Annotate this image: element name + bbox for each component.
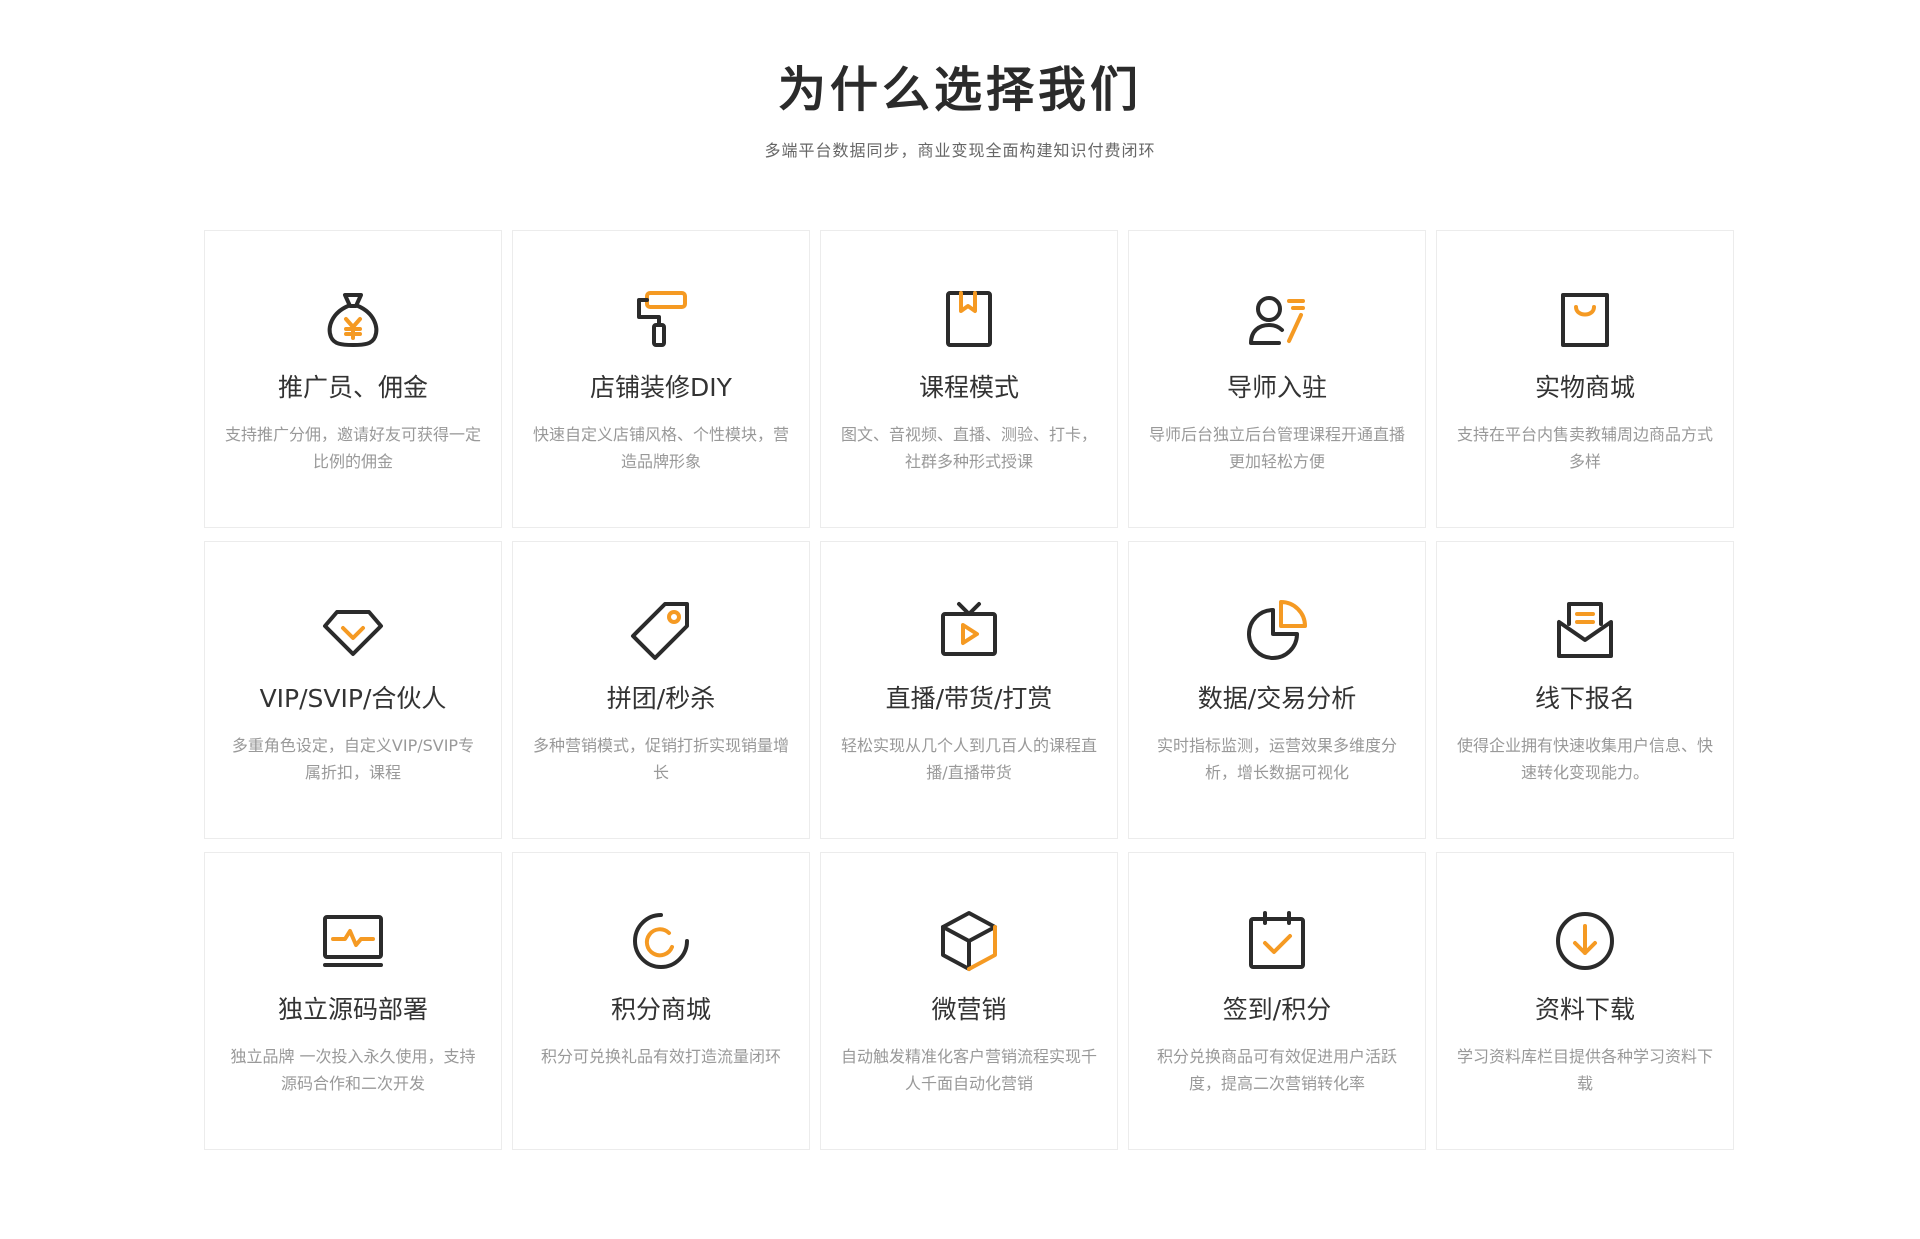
points-circle-icon [629, 909, 693, 973]
feature-desc: 独立品牌 一次投入永久使用，支持源码合作和二次开发 [230, 1047, 476, 1093]
feature-title: 独立源码部署 [277, 995, 428, 1024]
feature-title: 签到/积分 [1222, 995, 1332, 1024]
feature-desc: 自动触发精准化客户营销流程实现千人千面自动化营销 [840, 1047, 1097, 1093]
feature-desc: 多种营销模式，促销打折实现销量增长 [532, 736, 789, 782]
feature-title: 积分商城 [610, 995, 711, 1024]
feature-desc: 使得企业拥有快速收集用户信息、快速转化变现能力。 [1456, 736, 1713, 782]
feature-desc: 支持推广分佣，邀请好友可获得一定比例的佣金 [224, 425, 481, 471]
feature-desc: 导师后台独立后台管理课程开通直播更加轻松方便 [1148, 425, 1405, 471]
diamond-icon [321, 598, 385, 662]
feature-title: 拼团/秒杀 [606, 684, 716, 713]
feature-title: 导师入驻 [1226, 373, 1327, 402]
feature-card-course-mode[interactable]: 课程模式 图文、音视频、直播、测验、打卡，社群多种形式授课 [820, 230, 1118, 528]
feature-title: 实物商城 [1534, 373, 1635, 402]
calendar-check-icon [1245, 909, 1309, 973]
feature-desc: 实时指标监测，运营效果多维度分析，增长数据可视化 [1156, 736, 1397, 782]
feature-title: 资料下载 [1534, 995, 1635, 1024]
feature-card-points-mall[interactable]: 积分商城 积分可兑换礼品有效打造流量闭环 [512, 852, 810, 1150]
pie-chart-icon [1245, 598, 1309, 662]
money-bag-icon [321, 287, 385, 351]
feature-title: VIP/SVIP/合伙人 [259, 684, 447, 713]
section-subtitle: 多端平台数据同步，商业变现全面构建知识付费闭环 [764, 141, 1156, 160]
feature-title: 直播/带货/打赏 [885, 684, 1053, 713]
shopping-bag-icon [1553, 287, 1617, 351]
feature-title: 数据/交易分析 [1197, 684, 1357, 713]
feature-card-promoter[interactable]: 推广员、佣金 支持推广分佣，邀请好友可获得一定比例的佣金 [204, 230, 502, 528]
mail-envelope-icon [1553, 598, 1617, 662]
feature-card-group-flash[interactable]: 拼团/秒杀 多种营销模式，促销打折实现销量增长 [512, 541, 810, 839]
monitor-pulse-icon [321, 909, 385, 973]
paint-roller-icon [629, 287, 693, 351]
feature-desc: 快速自定义店铺风格、个性模块，营造品牌形象 [532, 425, 789, 471]
feature-desc: 多重角色设定，自定义VIP/SVIP专属折扣，课程 [231, 736, 475, 782]
feature-title: 课程模式 [918, 373, 1019, 402]
live-tv-icon [937, 598, 1001, 662]
feature-card-live[interactable]: 直播/带货/打赏 轻松实现从几个人到几百人的课程直播/直播带货 [820, 541, 1118, 839]
feature-card-data-analysis[interactable]: 数据/交易分析 实时指标监测，运营效果多维度分析，增长数据可视化 [1128, 541, 1426, 839]
bookmark-book-icon [937, 287, 1001, 351]
feature-desc: 图文、音视频、直播、测验、打卡，社群多种形式授课 [840, 425, 1097, 471]
price-tag-icon [629, 598, 693, 662]
feature-title: 推广员、佣金 [277, 373, 428, 402]
feature-card-checkin-points[interactable]: 签到/积分 积分兑换商品可有效促进用户活跃度，提高二次营销转化率 [1128, 852, 1426, 1150]
feature-title: 线下报名 [1534, 684, 1635, 713]
feature-card-offline-signup[interactable]: 线下报名 使得企业拥有快速收集用户信息、快速转化变现能力。 [1436, 541, 1734, 839]
feature-card-micro-marketing[interactable]: 微营销 自动触发精准化客户营销流程实现千人千面自动化营销 [820, 852, 1118, 1150]
feature-card-mentor[interactable]: 导师入驻 导师后台独立后台管理课程开通直播更加轻松方便 [1128, 230, 1426, 528]
mentor-user-icon [1245, 287, 1309, 351]
feature-desc: 学习资料库栏目提供各种学习资料下载 [1456, 1047, 1713, 1093]
feature-desc: 支持在平台内售卖教辅周边商品方式多样 [1456, 425, 1713, 471]
feature-card-vip[interactable]: VIP/SVIP/合伙人 多重角色设定，自定义VIP/SVIP专属折扣，课程 [204, 541, 502, 839]
section-title: 为什么选择我们 [777, 62, 1142, 118]
download-circle-icon [1553, 909, 1617, 973]
feature-card-physical-mall[interactable]: 实物商城 支持在平台内售卖教辅周边商品方式多样 [1436, 230, 1734, 528]
feature-title: 微营销 [931, 995, 1007, 1024]
feature-desc: 积分兑换商品可有效促进用户活跃度，提高二次营销转化率 [1156, 1047, 1397, 1093]
feature-grid: 推广员、佣金 支持推广分佣，邀请好友可获得一定比例的佣金 店铺装修DIY 快速自… [204, 230, 1734, 1150]
section-header: 为什么选择我们 多端平台数据同步，商业变现全面构建知识付费闭环 [0, 60, 1920, 162]
feature-card-store-diy[interactable]: 店铺装修DIY 快速自定义店铺风格、个性模块，营造品牌形象 [512, 230, 810, 528]
feature-card-download[interactable]: 资料下载 学习资料库栏目提供各种学习资料下载 [1436, 852, 1734, 1150]
feature-title: 店铺装修DIY [590, 373, 732, 402]
feature-desc: 轻松实现从几个人到几百人的课程直播/直播带货 [840, 736, 1097, 782]
cube-box-icon [937, 909, 1001, 973]
feature-card-source-deploy[interactable]: 独立源码部署 独立品牌 一次投入永久使用，支持源码合作和二次开发 [204, 852, 502, 1150]
feature-desc: 积分可兑换礼品有效打造流量闭环 [540, 1047, 781, 1066]
